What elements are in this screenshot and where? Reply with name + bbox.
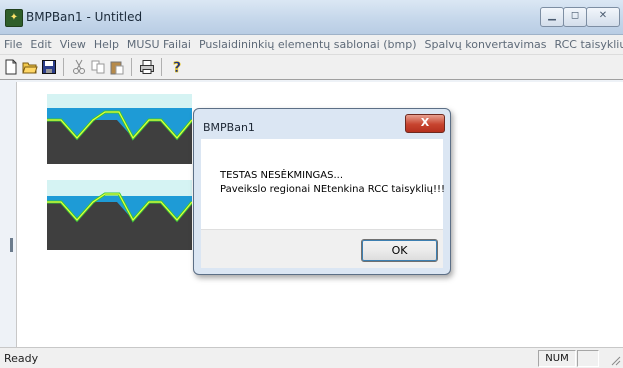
close-icon[interactable]: X <box>405 114 445 133</box>
dialog-footer: OK <box>201 229 443 268</box>
menu-bar: File Edit View Help MUSU Failai Puslaidi… <box>0 35 623 55</box>
help-icon[interactable]: ? <box>169 59 185 77</box>
resize-grip-icon[interactable] <box>611 356 621 366</box>
toolbar-separator <box>131 58 132 76</box>
toolbar-separator <box>161 58 162 76</box>
waveform-image-top <box>47 94 192 164</box>
message-dialog: BMPBan1 X TESTAS NESĖKMINGAS... Paveiksl… <box>193 108 451 275</box>
svg-text:?: ? <box>173 60 181 75</box>
open-icon[interactable] <box>22 59 38 75</box>
paste-icon[interactable] <box>109 59 125 75</box>
menu-musu-failai[interactable]: MUSU Failai <box>123 38 195 51</box>
dialog-message-line-2: Paveikslo regionai NEtenkina RCC taisykl… <box>220 184 446 195</box>
num-lock-indicator: NUM <box>538 350 576 367</box>
window-title: BMPBan1 - Untitled <box>26 10 143 24</box>
menu-file[interactable]: File <box>0 38 26 51</box>
dialog-title: BMPBan1 <box>203 121 255 134</box>
window-edge-mark <box>10 238 13 252</box>
menu-rcc-taisykliu-taikymas[interactable]: RCC taisyklių taikymas <box>551 38 623 51</box>
app-icon[interactable]: ✦ <box>5 9 23 27</box>
status-text: Ready <box>4 352 39 365</box>
toolbar: ? <box>0 55 623 80</box>
print-icon[interactable] <box>139 59 155 75</box>
status-pane-empty <box>577 350 599 367</box>
status-bar: Ready NUM <box>0 347 623 368</box>
copy-icon[interactable] <box>90 59 106 75</box>
menu-help[interactable]: Help <box>90 38 123 51</box>
cut-icon[interactable] <box>71 59 87 75</box>
dialog-message-line-1: TESTAS NESĖKMINGAS... <box>220 170 344 181</box>
menu-view[interactable]: View <box>56 38 90 51</box>
waveform-image-bottom <box>47 180 192 250</box>
menu-edit[interactable]: Edit <box>26 38 55 51</box>
dialog-body: TESTAS NESĖKMINGAS... Paveikslo regionai… <box>201 139 446 229</box>
main-window: ✦ BMPBan1 - Untitled ▁ ◻ ✕ File Edit Vie… <box>0 0 623 368</box>
menu-sablonai[interactable]: Puslaidininkių elementų sablonai (bmp) <box>195 38 421 51</box>
minimize-icon[interactable]: ▁ <box>540 7 564 27</box>
title-bar[interactable]: ✦ BMPBan1 - Untitled ▁ ◻ ✕ <box>0 0 623 35</box>
save-icon[interactable] <box>41 59 57 75</box>
ok-button[interactable]: OK <box>361 239 438 262</box>
close-icon[interactable]: ✕ <box>586 7 620 27</box>
maximize-icon[interactable]: ◻ <box>563 7 587 27</box>
toolbar-separator <box>63 58 64 76</box>
new-icon[interactable] <box>3 59 19 75</box>
menu-spalvu-konvertavimas[interactable]: Spalvų konvertavimas <box>421 38 551 51</box>
